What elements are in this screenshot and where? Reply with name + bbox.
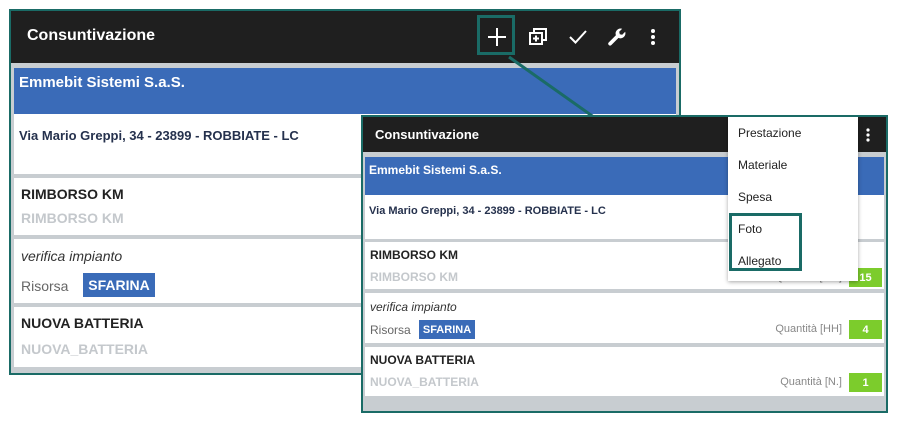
app-title: Consuntivazione	[375, 127, 480, 142]
list-item[interactable]: NUOVA BATTERIA NUOVA_BATTERIA Quantità […	[365, 347, 884, 396]
item-title: NUOVA BATTERIA	[370, 353, 476, 367]
resource-label: Risorsa	[370, 323, 411, 337]
zoomed-screen: Consuntivazione Emmebit Sistemi S.a.S. V…	[361, 115, 888, 413]
item-code: NUOVA_BATTERIA	[370, 375, 479, 389]
resource-badge: SFARINA	[419, 320, 475, 339]
quantity-label: Quantità [HH]	[775, 323, 842, 335]
menu-highlight	[729, 213, 802, 271]
item-title: RIMBORSO KM	[370, 248, 458, 262]
menu-item-materiale[interactable]: Materiale	[738, 158, 787, 172]
menu-item-spesa[interactable]: Spesa	[738, 190, 772, 204]
quantity-value: 1	[849, 373, 882, 392]
quantity-label: Quantità [N.]	[780, 376, 842, 388]
more-vert-icon	[866, 128, 870, 142]
item-code: RIMBORSO KM	[370, 270, 458, 284]
quantity-value: 4	[849, 320, 882, 339]
list-item[interactable]: verifica impianto Risorsa SFARINA Quanti…	[365, 293, 884, 343]
menu-item-prestazione[interactable]: Prestazione	[738, 126, 801, 140]
more-button[interactable]	[859, 125, 877, 145]
add-menu: Prestazione Materiale Spesa Foto Allegat…	[728, 117, 858, 281]
item-title: verifica impianto	[370, 300, 457, 314]
